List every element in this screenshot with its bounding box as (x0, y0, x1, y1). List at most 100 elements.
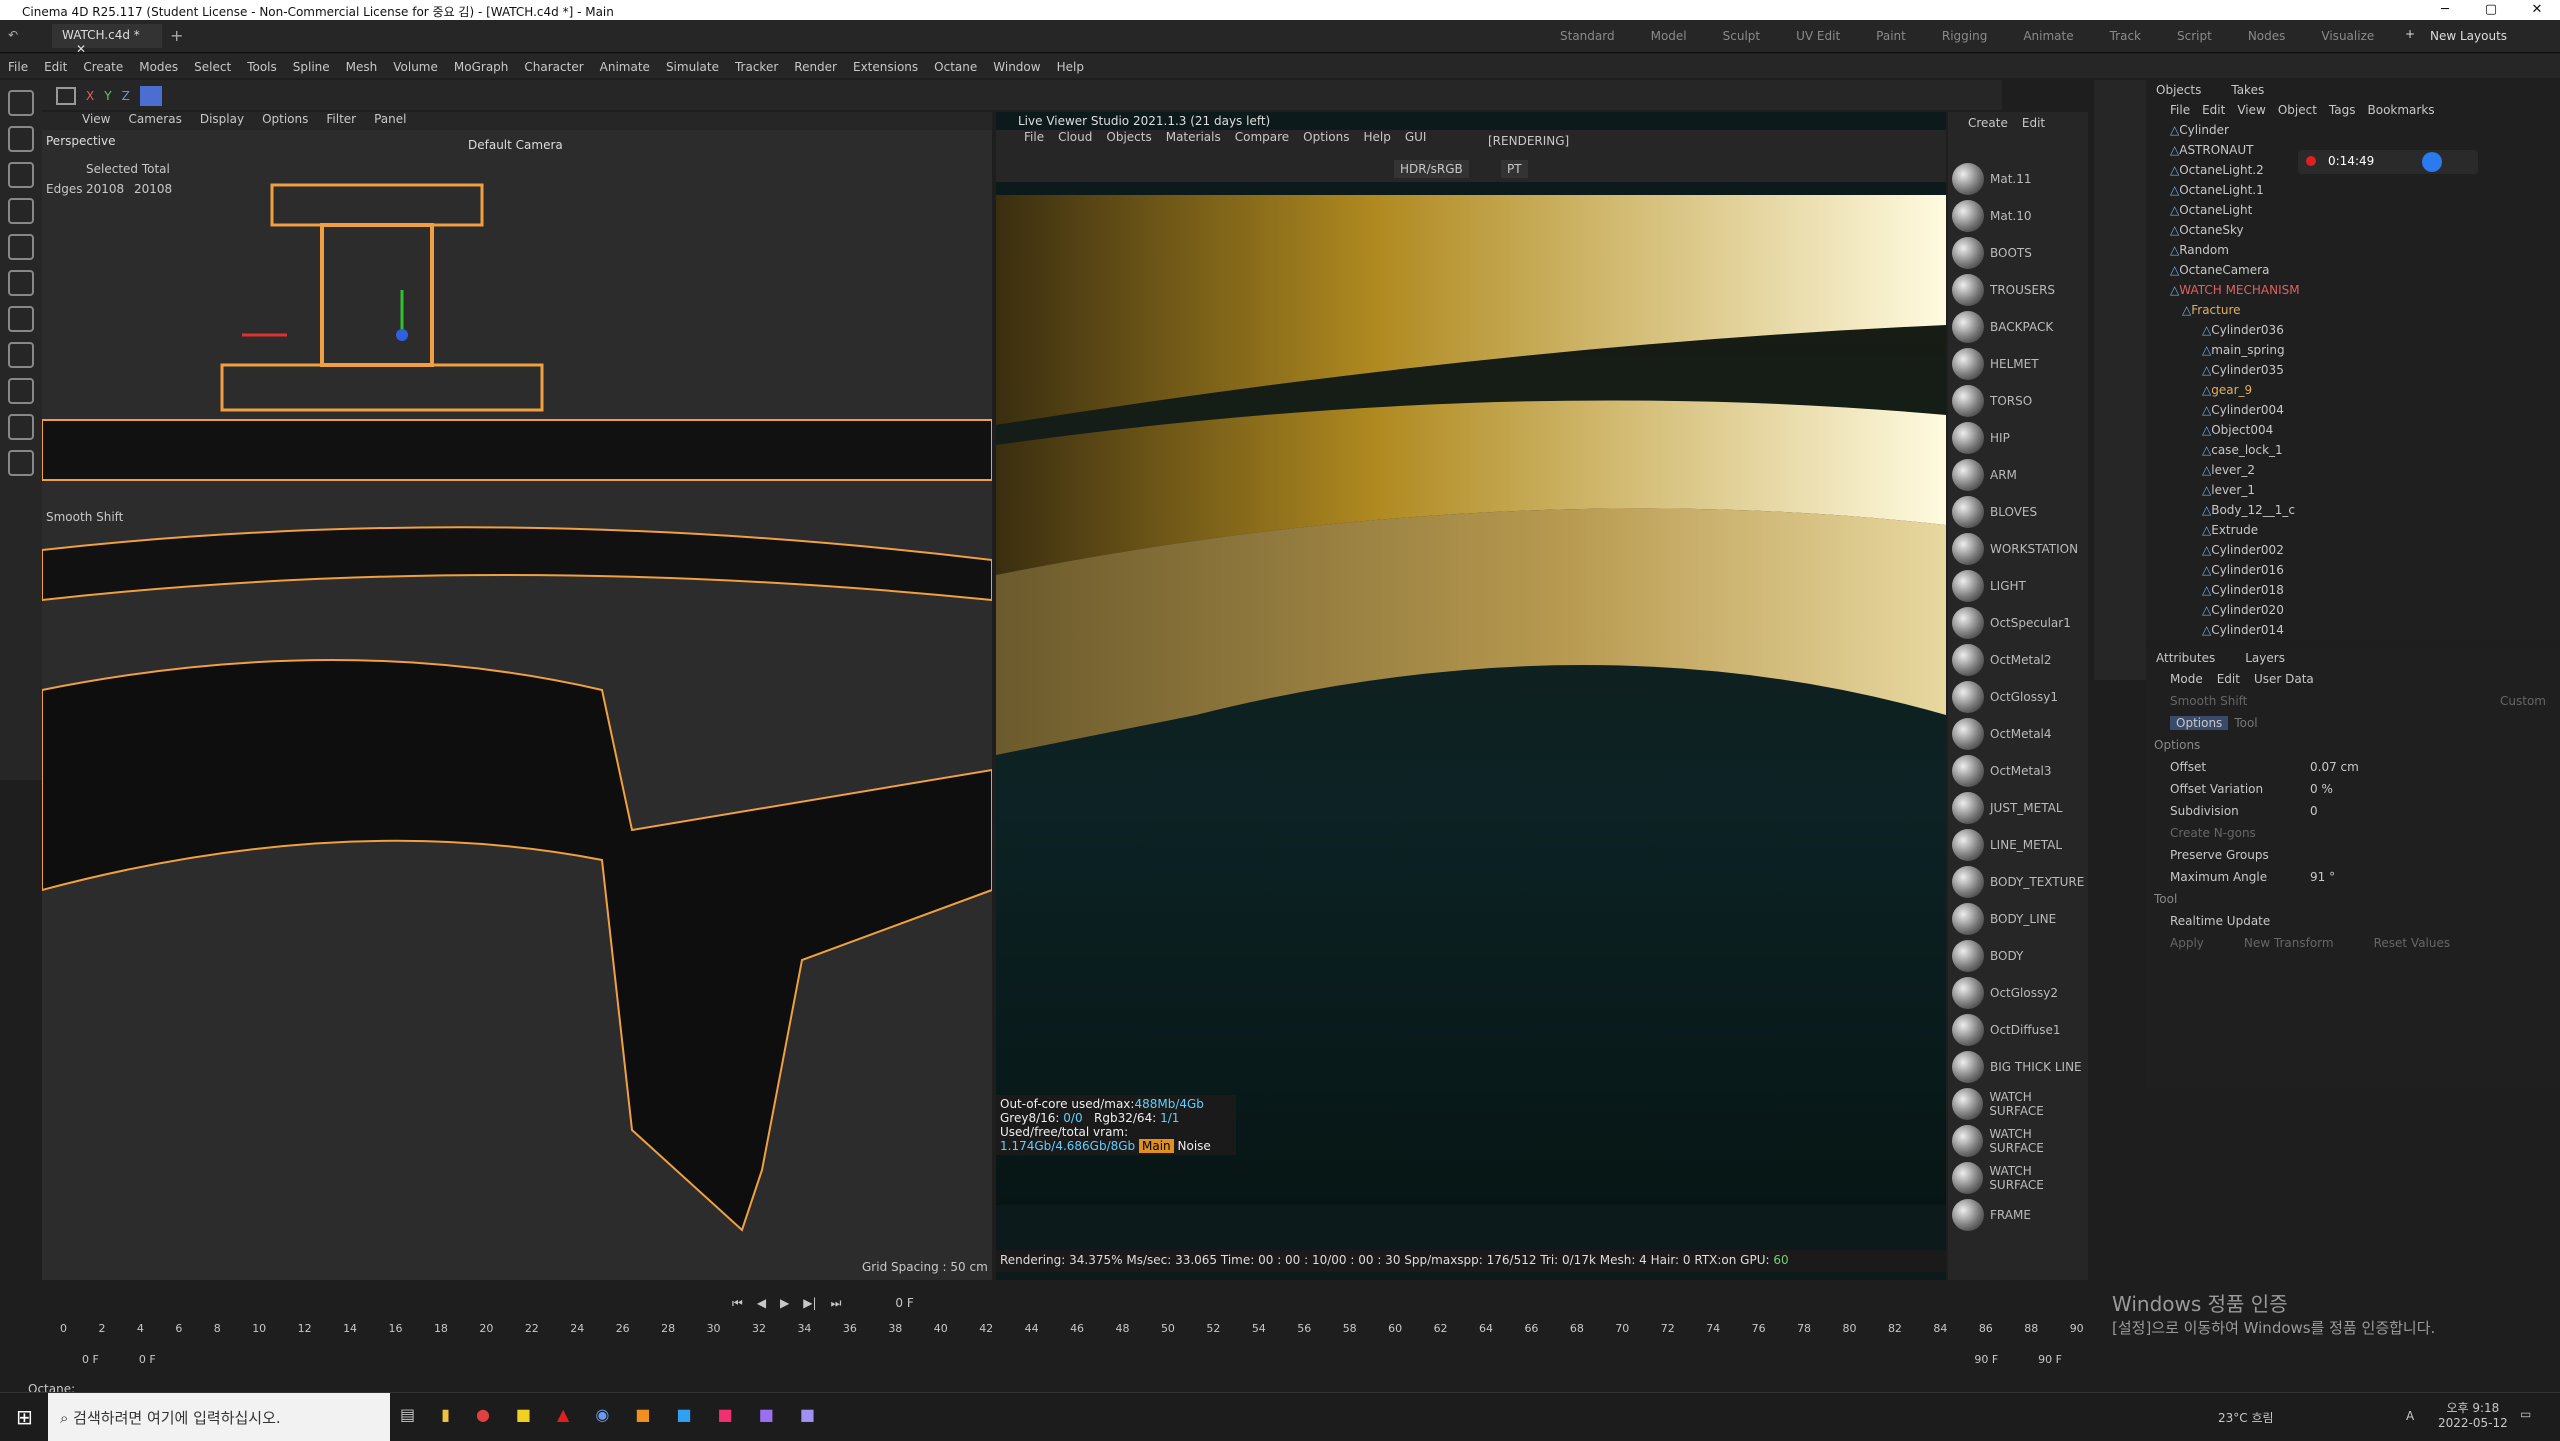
file-explorer-icon[interactable]: ▮ (441, 1405, 450, 1424)
attribute-menu-item[interactable]: Edit (2217, 672, 2240, 686)
z-axis-icon[interactable]: Z (122, 89, 130, 103)
layout-tab[interactable]: Sculpt (1723, 29, 1760, 43)
material-item[interactable]: BACKPACK (1948, 308, 2088, 345)
layout-tab[interactable]: Model (1651, 29, 1687, 43)
object-tab[interactable]: Takes (2231, 83, 2264, 97)
document-tab[interactable]: WATCH.c4d * ✕ (52, 24, 162, 56)
object-row[interactable]: △ gear_9 (2162, 380, 2560, 400)
object-row[interactable]: △ Object004 (2162, 420, 2560, 440)
object-row[interactable]: △ lever_1 (2162, 480, 2560, 500)
material-item[interactable]: TORSO (1948, 382, 2088, 419)
layout-tab[interactable]: Nodes (2248, 29, 2286, 43)
taskbar-search[interactable]: ⌕ 검색하려면 여기에 입력하십시오. (48, 1393, 390, 1441)
colorspace-select[interactable]: HDR/sRGB (1394, 160, 1469, 178)
undo-icon[interactable]: ↶ (8, 28, 18, 42)
stop-icon[interactable] (2422, 152, 2442, 172)
object-row[interactable]: △ Cylinder004 (2162, 400, 2560, 420)
object-row[interactable]: △ Fracture (2162, 300, 2560, 320)
material-item[interactable]: WATCH SURFACE (1948, 1122, 2088, 1159)
menu-item[interactable]: Tools (239, 54, 285, 78)
new-transform-button[interactable]: New Transform (2244, 936, 2334, 950)
illustrator-icon[interactable]: ■ (635, 1405, 650, 1424)
close-button[interactable]: ✕ (2514, 0, 2560, 20)
menu-item[interactable]: Extensions (845, 54, 926, 78)
menu-item[interactable]: Tracker (727, 54, 786, 78)
select-icon[interactable] (8, 126, 34, 152)
object-row[interactable]: △ Cylinder035 (2162, 360, 2560, 380)
move-icon[interactable] (8, 162, 34, 188)
object-row[interactable]: △ lever_2 (2162, 460, 2560, 480)
object-row[interactable]: △ Cylinder020 (2162, 600, 2560, 620)
menu-item[interactable]: File (0, 54, 36, 78)
tab-tool[interactable]: Tool (2228, 716, 2263, 730)
weather-label[interactable]: 23°C 흐림 (2218, 1409, 2274, 1426)
brush-icon[interactable] (8, 414, 34, 440)
indesign-icon[interactable]: ■ (718, 1405, 733, 1424)
add-layout-icon[interactable]: + (2405, 27, 2415, 41)
noise-badge[interactable]: Noise (1178, 1139, 1211, 1153)
go-start-icon[interactable]: ⏮ (732, 1296, 743, 1311)
object-row[interactable]: △ OctaneLight (2162, 200, 2560, 220)
attribute-tab[interactable]: Attributes (2156, 651, 2215, 665)
viewport-menu-item[interactable]: Options (262, 112, 308, 130)
material-item[interactable]: BODY (1948, 937, 2088, 974)
layout-tab[interactable]: Script (2177, 29, 2212, 43)
live-viewer-menu-item[interactable]: GUI (1405, 130, 1427, 152)
live-viewer-menu-item[interactable]: Cloud (1058, 130, 1092, 152)
material-item[interactable]: Mat.10 (1948, 197, 2088, 234)
object-row[interactable]: △ Cylinder016 (2162, 560, 2560, 580)
windows-start-icon[interactable]: ⊞ (16, 1405, 33, 1429)
layout-tab[interactable]: Rigging (1942, 29, 1987, 43)
play-icon[interactable]: ▶ (780, 1296, 789, 1310)
layout-tab[interactable]: Track (2110, 29, 2141, 43)
apply-button[interactable]: Apply (2170, 936, 2204, 950)
cinema4d-icon[interactable]: ◉ (595, 1405, 609, 1424)
viewport-menu-item[interactable]: Panel (374, 112, 406, 130)
offset-variation-field[interactable]: 0 % (2310, 782, 2333, 796)
menu-item[interactable]: Animate (592, 54, 658, 78)
menu-item[interactable]: Mesh (338, 54, 386, 78)
object-row[interactable]: △ Random (2162, 240, 2560, 260)
live-viewer-menu-item[interactable]: Help (1363, 130, 1390, 152)
material-item[interactable]: BODY_LINE (1948, 900, 2088, 937)
preview-start-field[interactable]: 0 F (139, 1353, 156, 1366)
viewport-perspective[interactable]: Perspective Default Camera Selected Tota… (42, 130, 992, 1280)
material-item[interactable]: Mat.11 (1948, 160, 2088, 197)
object-row[interactable]: △ Cylinder (2162, 120, 2560, 140)
live-viewer-menu-item[interactable]: Options (1303, 130, 1349, 152)
layers-icon[interactable] (8, 450, 34, 476)
live-viewer-menu-item[interactable]: Materials (1166, 130, 1221, 152)
point-icon[interactable] (8, 378, 34, 404)
premiere-icon[interactable]: ■ (759, 1405, 774, 1424)
object-menu-item[interactable]: Bookmarks (2368, 103, 2435, 117)
coordinate-system-icon[interactable] (139, 86, 162, 106)
scale-icon[interactable] (8, 234, 34, 260)
object-row[interactable]: △ Cylinder036 (2162, 320, 2560, 340)
object-row[interactable]: △ OctaneCamera (2162, 260, 2560, 280)
knife-icon[interactable] (8, 270, 34, 296)
go-end-icon[interactable]: ⏭ (831, 1296, 842, 1311)
object-menu-item[interactable]: View (2237, 103, 2265, 117)
material-item[interactable]: HIP (1948, 419, 2088, 456)
object-row[interactable]: △ OctaneLight.1 (2162, 180, 2560, 200)
object-row[interactable]: △ case_lock_1 (2162, 440, 2560, 460)
material-item[interactable]: OctDiffuse1 (1948, 1011, 2088, 1048)
object-menu-item[interactable]: Tags (2329, 103, 2356, 117)
material-item[interactable]: OctGlossy2 (1948, 974, 2088, 1011)
start-frame-field[interactable]: 0 F (82, 1353, 99, 1366)
attribute-menu-item[interactable]: Mode (2170, 672, 2203, 686)
task-view-icon[interactable]: ▤ (400, 1405, 415, 1424)
search-icon[interactable] (8, 90, 34, 116)
chrome-icon[interactable]: ● (476, 1405, 490, 1424)
layout-tab[interactable]: Visualize (2321, 29, 2374, 43)
clock[interactable]: 오후 9:18 2022-05-12 (2438, 1399, 2508, 1430)
object-menu-item[interactable]: Object (2278, 103, 2317, 117)
menu-item[interactable]: Character (516, 54, 591, 78)
material-item[interactable]: BOOTS (1948, 234, 2088, 271)
menu-item[interactable]: Volume (385, 54, 446, 78)
viewport-menu-item[interactable]: Cameras (128, 112, 181, 130)
attribute-tab[interactable]: Layers (2245, 651, 2285, 665)
object-menu-item[interactable]: Edit (2202, 103, 2225, 117)
custom-select[interactable]: Custom (2500, 694, 2546, 708)
live-viewer-menu-item[interactable]: Objects (1106, 130, 1151, 152)
